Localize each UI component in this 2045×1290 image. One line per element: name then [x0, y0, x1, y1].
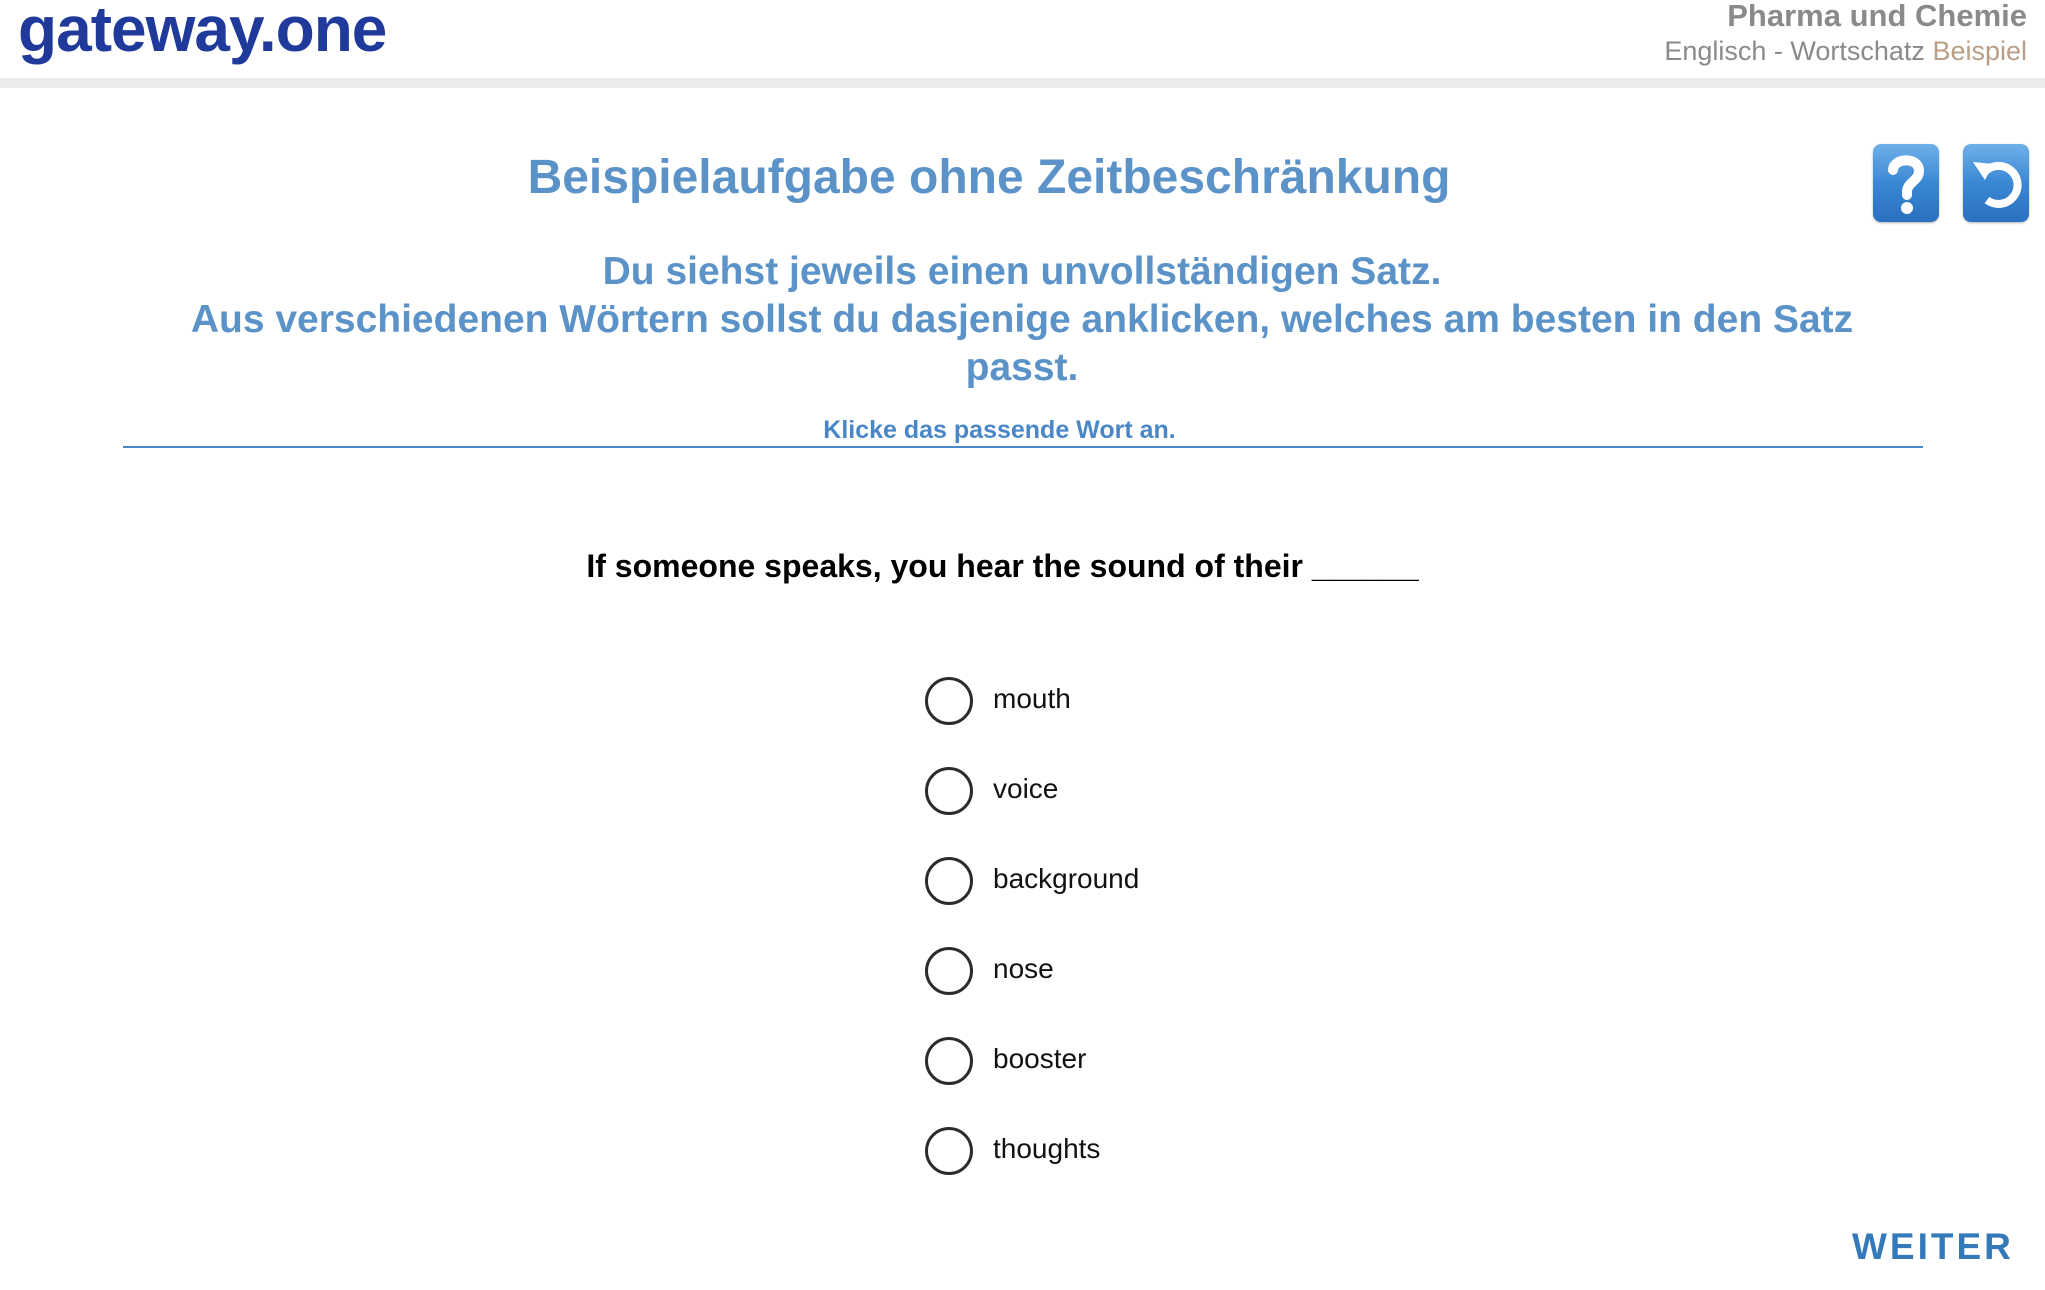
option-label: voice: [993, 773, 1059, 804]
question-text: If someone speaks, you hear the sound of…: [586, 548, 1419, 584]
option-nose[interactable]: nose: [925, 945, 1325, 1035]
answer-options: mouth voice background nose booster thou…: [925, 675, 1325, 1215]
option-background[interactable]: background: [925, 855, 1325, 945]
option-label: nose: [993, 953, 1054, 984]
instruction-line-2: Aus verschiedenen Wörtern sollst du dasj…: [190, 298, 1854, 389]
divider: [123, 446, 1923, 448]
header-subtitle-text: Englisch - Wortschatz: [1664, 36, 1925, 66]
radio-button[interactable]: [925, 1127, 973, 1175]
option-booster[interactable]: booster: [925, 1035, 1325, 1125]
radio-button[interactable]: [925, 1037, 973, 1085]
instruction-line-1: Du siehst jeweils einen unvollständigen …: [602, 250, 1442, 293]
logo: gateway.one: [18, 0, 387, 65]
top-bar: gateway.one Pharma und Chemie Englisch -…: [0, 0, 2045, 78]
header-title: Pharma und Chemie: [1727, 0, 2027, 33]
option-label: booster: [993, 1043, 1087, 1074]
radio-button[interactable]: [925, 947, 973, 995]
next-button[interactable]: WEITER: [1852, 1226, 2014, 1268]
option-label: thoughts: [993, 1133, 1101, 1164]
top-bar-divider: [0, 78, 2045, 88]
radio-button[interactable]: [925, 677, 973, 725]
hint-text: Klicke das passende Wort an.: [823, 416, 1176, 444]
instructions: Du siehst jeweils einen unvollständigen …: [130, 248, 1914, 392]
page-title: Beispielaufgabe ohne Zeitbeschränkung: [527, 151, 1451, 204]
option-label: mouth: [993, 683, 1071, 714]
header-info: Pharma und Chemie Englisch - Wortschatz …: [1664, 0, 2027, 68]
option-voice[interactable]: voice: [925, 765, 1325, 855]
header-tag: Beispiel: [1932, 36, 2027, 66]
option-label: background: [993, 863, 1140, 894]
option-mouth[interactable]: mouth: [925, 675, 1325, 765]
radio-button[interactable]: [925, 857, 973, 905]
option-thoughts[interactable]: thoughts: [925, 1125, 1325, 1215]
header-subtitle: Englisch - Wortschatz Beispiel: [1664, 34, 2027, 68]
radio-button[interactable]: [925, 767, 973, 815]
